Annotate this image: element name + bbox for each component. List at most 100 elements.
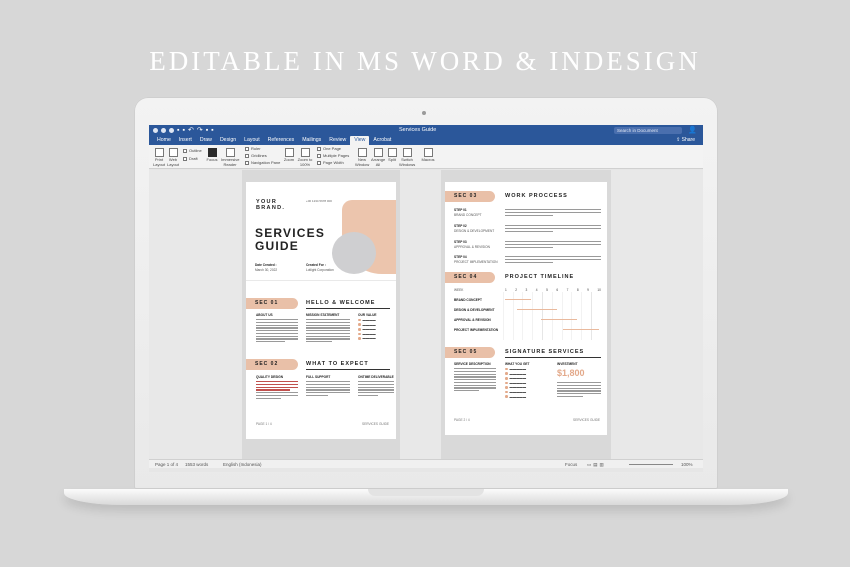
sec-01-pill: SEC 01 (246, 298, 298, 309)
split-button[interactable]: Split (387, 148, 397, 163)
switch-windows-button[interactable]: Switch Windows (399, 148, 415, 167)
focus-label: Focus (206, 157, 218, 162)
ontime-text (358, 381, 394, 398)
laptop-notch (368, 489, 484, 496)
investment-text (557, 382, 601, 399)
price-value: $1,800 (557, 368, 585, 378)
page-1[interactable]: YOUR BRAND. +00 1234 5678 000 SERVICES G… (246, 182, 396, 439)
quality-heading: QUALITY DESIGN (256, 375, 284, 379)
web-layout-button[interactable]: Web Layout (167, 148, 179, 167)
immersive-reader-label: Immersive Reader (221, 157, 240, 167)
timeline-row-label: BRAND CONCEPT (454, 298, 482, 302)
step-2-text (505, 225, 601, 233)
ruler-checkbox[interactable]: Ruler (245, 146, 261, 151)
zoom-button[interactable]: Zoom (283, 148, 295, 163)
tab-review[interactable]: Review (325, 136, 350, 145)
step-3-text (505, 241, 601, 249)
sec-03-pill: SEC 03 (445, 191, 495, 202)
tab-references[interactable]: References (264, 136, 299, 145)
tab-acrobat[interactable]: Acrobat (369, 136, 395, 145)
focus-icon (207, 148, 217, 157)
step-3-number: STEP 03 (454, 240, 467, 244)
window-controls (153, 128, 174, 133)
tab-design[interactable]: Design (216, 136, 240, 145)
new-window-button[interactable]: New Window (355, 148, 369, 167)
tab-home[interactable]: Home (153, 136, 175, 145)
hero-title: EDITABLE IN MS WORD & INDESIGN (149, 46, 701, 76)
timeline-bar (517, 309, 557, 311)
tab-mailings[interactable]: Mailings (298, 136, 325, 145)
mission-text (306, 319, 350, 344)
timeline-week-label: WEEK (454, 288, 464, 292)
title-line-2: GUIDE (255, 239, 300, 253)
mission-heading: MISSION STATEMENT (306, 313, 340, 317)
word-count[interactable]: 1553 words (185, 462, 208, 467)
sec-01-underline (306, 308, 390, 309)
focus-mode-button[interactable]: Focus (565, 462, 577, 467)
gray-circle-image (332, 232, 376, 274)
immersive-reader-button[interactable]: Immersive Reader (221, 148, 239, 167)
status-bar: Page 1 of 4 1553 words English (Indonesi… (149, 459, 703, 468)
page-1-footer-right: SERVICES GUIDE (362, 422, 390, 426)
new-window-icon (357, 148, 367, 157)
view-mode-icons[interactable]: ▭▤▥ (587, 462, 606, 468)
outline-option[interactable]: Outline (183, 148, 202, 153)
minimize-button[interactable] (161, 128, 166, 133)
split-icon (387, 148, 397, 157)
tab-draw[interactable]: Draw (196, 136, 216, 145)
new-window-label: New Window (355, 157, 370, 167)
focus-button[interactable]: Focus (205, 148, 219, 163)
support-text (306, 381, 350, 398)
tab-layout[interactable]: Layout (240, 136, 264, 145)
tab-view[interactable]: View (350, 136, 370, 145)
close-button[interactable] (153, 128, 158, 133)
ribbon-tabs: Home Insert Draw Design Layout Reference… (149, 136, 703, 145)
step-2-number: STEP 02 (454, 224, 467, 228)
switch-windows-label: Switch Windows (399, 157, 416, 167)
print-layout-button[interactable]: Print Layout (153, 148, 165, 167)
zoom-level[interactable]: 100% (681, 462, 693, 467)
quick-access-icons[interactable]: ▪▪↶↷▪▪ (177, 126, 217, 134)
document-title: Services Guide (399, 126, 437, 133)
about-us-heading: ABOUT US (256, 313, 273, 317)
arrange-all-label: Arrange All (371, 157, 386, 167)
service-description-text (454, 368, 496, 393)
sec-02-title: WHAT TO EXPECT (306, 361, 369, 367)
maximize-button[interactable] (169, 128, 174, 133)
tab-insert[interactable]: Insert (175, 136, 196, 145)
magnifier-icon (284, 148, 294, 157)
macros-icon (423, 148, 433, 157)
ribbon-view: Print Layout Web Layout Outline Draft Fo… (149, 145, 703, 169)
share-button[interactable]: ⇪ Share (676, 137, 695, 143)
sec-01-title: HELLO & WELCOME (306, 300, 376, 306)
one-page-button[interactable]: One Page (317, 146, 341, 151)
page-2[interactable]: SEC 03 WORK PROCCESS STEP 01 BRAND CONCE… (445, 182, 607, 435)
created-for-label: Created For : (306, 263, 326, 267)
page-2-footer-left: PAGE 2 / 4 (454, 418, 470, 422)
step-4-text (505, 256, 601, 264)
zoom-slider[interactable] (629, 464, 673, 465)
our-value-heading: OUR VALUE (358, 313, 377, 317)
draft-option[interactable]: Draft (183, 156, 198, 161)
navigation-pane-checkbox[interactable]: Navigation Pane (245, 160, 280, 165)
title-line-1: SERVICES (255, 226, 326, 240)
zoom-label: Zoom (283, 157, 295, 162)
print-layout-icon (154, 148, 164, 157)
page-width-button[interactable]: Page Width (317, 160, 344, 165)
multiple-pages-button[interactable]: Multiple Pages (317, 153, 349, 158)
zoom-100-icon (300, 148, 310, 157)
language-indicator[interactable]: English (Indonesia) (223, 462, 262, 467)
sec-03-title: WORK PROCCESS (505, 193, 568, 199)
about-us-text (256, 319, 298, 344)
page-count[interactable]: Page 1 of 4 (155, 462, 178, 467)
search-input[interactable]: Search in Document (614, 127, 682, 134)
gridlines-checkbox[interactable]: Gridlines (245, 153, 267, 158)
step-4-number: STEP 04 (454, 255, 467, 259)
user-icon[interactable]: 👤 (688, 126, 697, 134)
arrange-all-button[interactable]: Arrange All (371, 148, 385, 167)
macros-button[interactable]: Macros (421, 148, 435, 163)
document-workspace[interactable]: YOUR BRAND. +00 1234 5678 000 SERVICES G… (149, 170, 703, 459)
timeline-row-label: PROJECT IMPLEMENTATION (454, 328, 499, 332)
arrange-all-icon (373, 148, 383, 157)
zoom-100-button[interactable]: Zoom to 100% (297, 148, 313, 167)
